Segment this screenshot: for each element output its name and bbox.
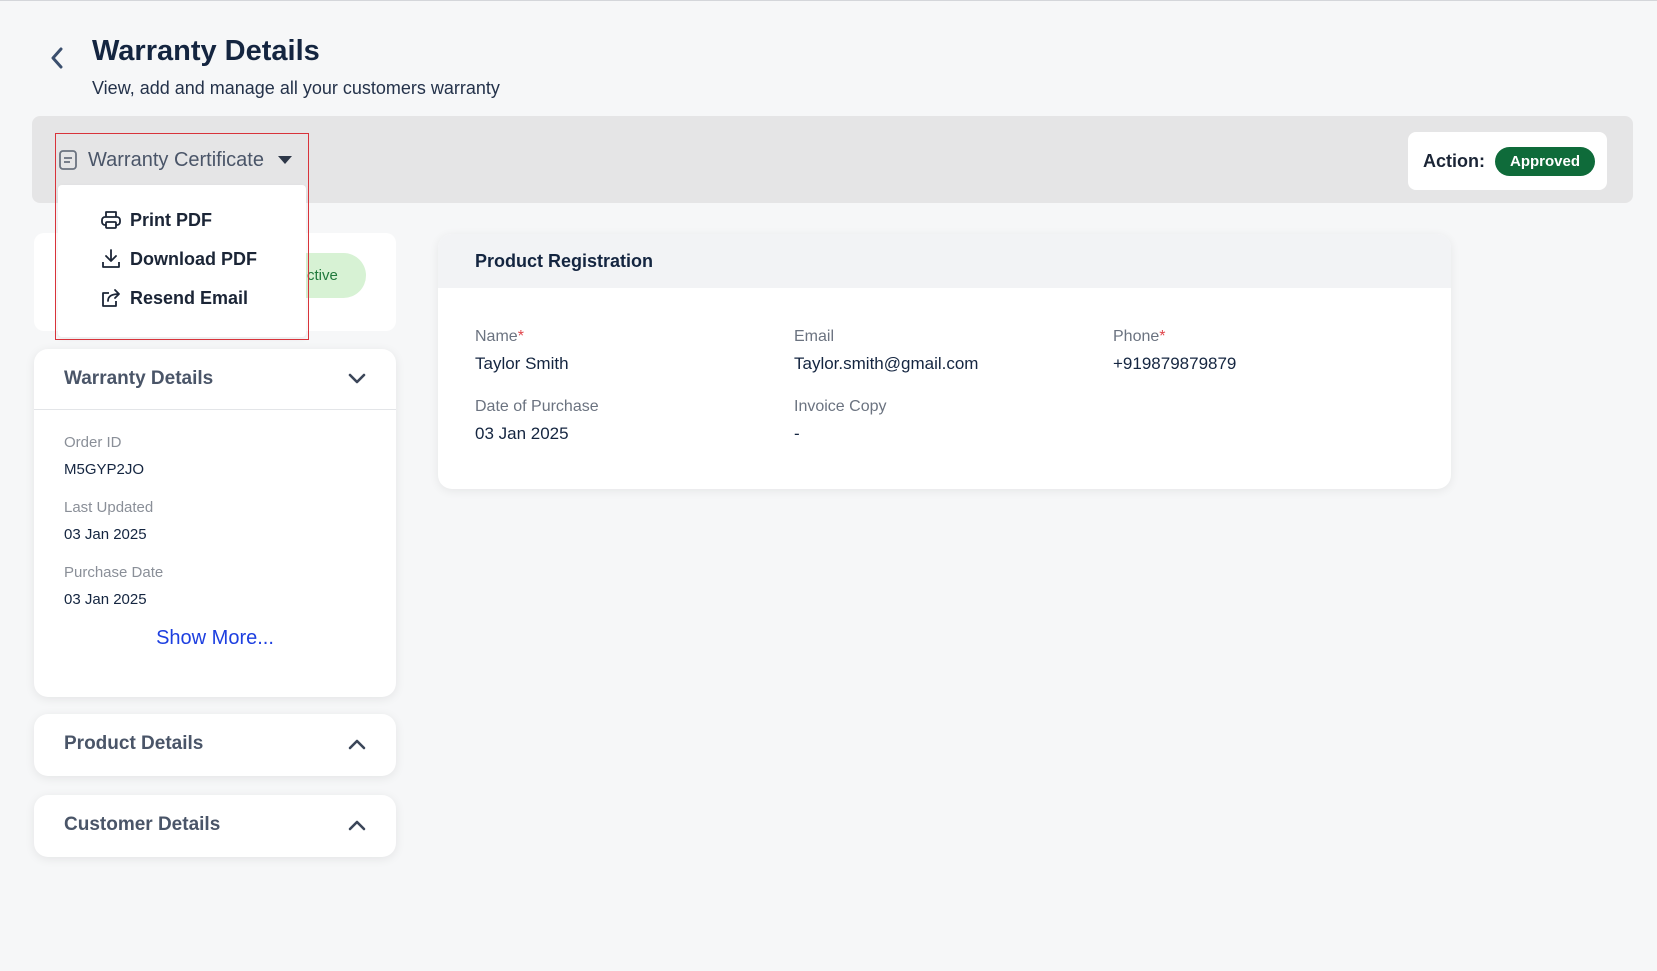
menu-item-print-pdf[interactable]: Print PDF — [100, 209, 212, 231]
last-updated-label: Last Updated — [64, 499, 154, 516]
email-value: Taylor.smith@gmail.com — [794, 354, 979, 373]
chevron-left-icon — [51, 47, 63, 69]
approved-status-badge[interactable]: Approved — [1495, 146, 1596, 176]
order-id-label: Order ID — [64, 434, 122, 451]
caret-down-icon — [277, 156, 292, 164]
product-registration-title: Product Registration — [438, 234, 1451, 288]
date-of-purchase-value: 03 Jan 2025 — [475, 424, 569, 443]
download-icon — [102, 249, 120, 268]
document-icon — [59, 150, 77, 170]
date-of-purchase-field: Date of Purchase 03 Jan 2025 — [475, 398, 599, 444]
date-of-purchase-label: Date of Purchase — [475, 398, 599, 415]
last-updated-value: 03 Jan 2025 — [64, 526, 147, 543]
page-subtitle: View, add and manage all your customers … — [92, 78, 500, 98]
product-details-title: Product Details — [64, 733, 204, 754]
name-label: Name* — [475, 328, 524, 345]
menu-item-label: Resend Email — [130, 287, 249, 308]
show-more-link[interactable]: Show More... — [64, 627, 366, 650]
product-details-header[interactable]: Product Details — [34, 714, 396, 774]
menu-item-download-pdf[interactable]: Download PDF — [100, 248, 257, 270]
printer-icon — [101, 211, 121, 229]
required-mark: * — [1159, 328, 1166, 345]
required-mark: * — [517, 328, 524, 345]
product-registration-card: Product Registration Name* Taylor Smith … — [438, 234, 1451, 489]
chevron-up-icon — [348, 739, 366, 750]
name-value: Taylor Smith — [475, 354, 569, 373]
menu-item-resend-email[interactable]: Resend Email — [100, 287, 248, 309]
invoice-copy-label: Invoice Copy — [794, 398, 887, 415]
warranty-certificate-dropdown[interactable]: Warranty Certificate — [56, 135, 292, 185]
phone-value: +919879879879 — [1113, 354, 1237, 373]
warranty-certificate-label: Warranty Certificate — [88, 148, 264, 171]
menu-item-label: Print PDF — [130, 209, 213, 230]
status-label: ctive — [307, 267, 338, 284]
chevron-down-icon — [348, 373, 366, 384]
certificate-menu: Print PDF Download PDF Resend Email — [58, 185, 306, 337]
warranty-details-card: Warranty Details Order ID M5GYP2JO Last … — [34, 349, 396, 697]
customer-details-title: Customer Details — [64, 814, 221, 835]
invoice-copy-value: - — [794, 424, 800, 443]
menu-item-label: Download PDF — [130, 248, 257, 269]
email-field: Email Taylor.smith@gmail.com — [794, 328, 978, 374]
purchase-date-label: Purchase Date — [64, 564, 164, 581]
name-field: Name* Taylor Smith — [475, 328, 569, 374]
email-label: Email — [794, 328, 835, 345]
customer-details-card: Customer Details — [34, 795, 396, 857]
share-icon — [102, 289, 120, 307]
invoice-copy-field: Invoice Copy - — [794, 398, 887, 444]
product-details-card: Product Details — [34, 714, 396, 776]
action-label: Action: — [1423, 150, 1485, 171]
phone-label: Phone* — [1113, 328, 1166, 345]
order-id-value: M5GYP2JO — [64, 461, 145, 478]
action-panel: Action: Approved — [1408, 132, 1607, 190]
chevron-up-icon — [348, 820, 366, 831]
back-button[interactable] — [44, 45, 70, 71]
purchase-date-value: 03 Jan 2025 — [64, 591, 147, 608]
page-title: Warranty Details — [92, 35, 320, 67]
warranty-details-body: Order ID M5GYP2JO Last Updated 03 Jan 20… — [34, 409, 396, 650]
customer-details-header[interactable]: Customer Details — [34, 795, 396, 855]
warranty-details-title: Warranty Details — [64, 368, 214, 389]
phone-field: Phone* +919879879879 — [1113, 328, 1236, 374]
warranty-details-header[interactable]: Warranty Details — [34, 349, 396, 409]
